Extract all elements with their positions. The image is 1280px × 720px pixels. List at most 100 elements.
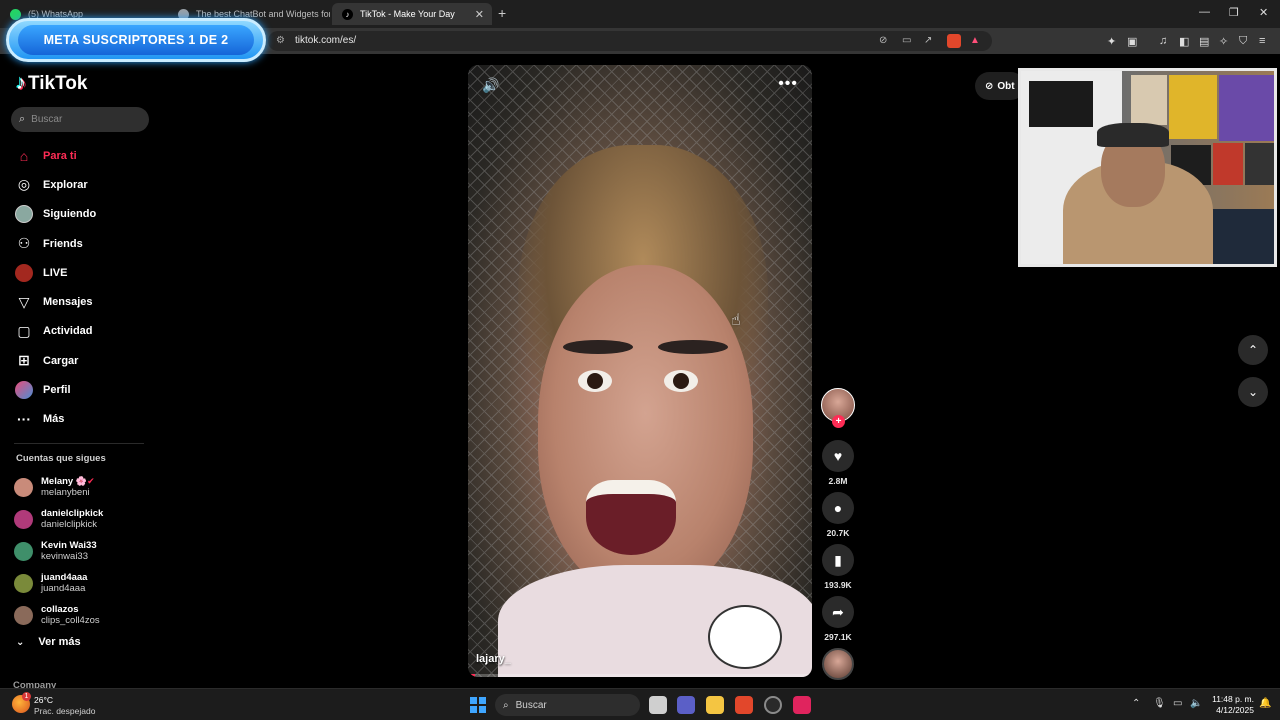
live-icon — [14, 263, 34, 283]
music-disc-icon[interactable] — [822, 648, 854, 680]
nav-friends[interactable]: ⚇ Friends — [14, 229, 164, 258]
account-item[interactable]: danielclipkick danielclipkick — [14, 503, 164, 535]
leo-ai-icon[interactable]: ✧ — [1219, 35, 1228, 48]
no-tracking-icon[interactable]: ⊘ — [879, 35, 887, 46]
nav-actividad[interactable]: ▢ Actividad — [14, 317, 164, 346]
microphone-icon[interactable]: 🎙 — [1153, 698, 1166, 709]
close-tab-icon[interactable]: ✕ — [475, 8, 484, 21]
nav-label: Siguiendo — [43, 208, 97, 221]
tray-overflow-icon[interactable]: ⌃ — [1132, 698, 1140, 709]
maximize-button[interactable]: ❐ — [1229, 6, 1239, 19]
close-window-button[interactable]: ✕ — [1259, 6, 1268, 19]
menu-icon[interactable]: ≡ — [1259, 35, 1265, 47]
windows-start-icon[interactable] — [470, 697, 486, 713]
streamer-cap — [1097, 123, 1169, 147]
tab-tiktok[interactable]: ♪ TikTok - Make Your Day ✕ — [332, 3, 492, 25]
cast-icon[interactable]: ▭ — [902, 35, 911, 46]
vpn-shield-icon[interactable]: ⛉ — [1239, 35, 1247, 48]
obs-icon[interactable] — [764, 696, 782, 714]
share-button[interactable]: ➦ — [822, 596, 854, 628]
wallet-icon[interactable]: ▣ — [1127, 35, 1137, 48]
brave-rewards-icon[interactable]: ▲ — [970, 35, 980, 46]
sidebar-divider — [14, 443, 144, 444]
sidebar-toggle-icon[interactable]: ◧ — [1179, 35, 1189, 48]
account-username: danielclipkick — [41, 519, 97, 530]
whatsapp-icon — [10, 8, 21, 20]
account-item[interactable]: collazos clips_coll4zos — [14, 599, 164, 631]
video-player[interactable]: 🔊 ••• lajary_ — [468, 65, 812, 677]
get-app-label: Obt — [997, 80, 1015, 92]
see-more-button[interactable]: ⌄ Ver más — [16, 636, 81, 648]
volume-icon[interactable]: 🔊 — [482, 77, 499, 94]
tiktok-app-icon[interactable] — [793, 696, 811, 714]
shelf — [1029, 81, 1093, 127]
share-icon[interactable]: ↗ — [924, 35, 932, 46]
tiktok-note-icon: ♪ — [16, 72, 26, 94]
nav-cargar[interactable]: ⊞ Cargar — [14, 346, 164, 375]
follow-plus-icon[interactable]: + — [832, 415, 845, 428]
tiktok-favicon-icon: ♪ — [342, 8, 353, 20]
subscriber-goal-banner: META SUSCRIPTORES 1 DE 2 — [6, 18, 266, 62]
clock-time[interactable]: 11:48 p. m. — [1208, 694, 1254, 704]
teams-icon[interactable] — [677, 696, 695, 714]
previous-video-button[interactable]: ⌃ — [1238, 335, 1268, 365]
nav-explorar[interactable]: ◎ Explorar — [14, 170, 164, 199]
search-icon: ⌕ — [503, 699, 509, 711]
notification-bell-icon[interactable]: 🔔 — [1259, 698, 1271, 709]
nav-label: Actividad — [43, 325, 93, 338]
account-item[interactable]: Kevin Wai33 kevinwai33 — [14, 535, 164, 567]
next-video-button[interactable]: ⌄ — [1238, 377, 1268, 407]
compass-icon: ◎ — [17, 176, 31, 193]
nav-mensajes[interactable]: ▽ Mensajes — [14, 287, 164, 316]
account-item[interactable]: juand4aaa juand4aaa — [14, 567, 164, 599]
taskbar-search-label: Buscar — [515, 699, 547, 711]
like-button[interactable]: ♥ — [822, 440, 854, 472]
nav-label: LIVE — [43, 266, 68, 279]
minimize-button[interactable]: — — [1199, 6, 1210, 18]
video-subject-brow — [658, 340, 728, 354]
volume-tray-icon[interactable]: 🔈 — [1190, 698, 1202, 709]
following-accounts-list: Melany 🌸✔ melanybeni danielclipkick dani… — [14, 471, 164, 631]
taskbar-search[interactable]: ⌕ Buscar — [495, 694, 640, 716]
video-username[interactable]: lajary_ — [476, 653, 511, 665]
nav-live[interactable]: LIVE — [14, 258, 164, 287]
nav-label: Perfil — [43, 384, 71, 397]
video-progress-bar[interactable] — [468, 674, 812, 677]
nav-label: Explorar — [43, 178, 88, 191]
wallet-icon-2[interactable]: ▤ — [1199, 35, 1209, 48]
profile-avatar-icon — [14, 380, 34, 400]
weather-badge: 1 — [22, 692, 31, 701]
nav-para-ti[interactable]: ⌂ Para ti — [14, 141, 164, 170]
new-tab-button[interactable]: + — [498, 5, 506, 21]
search-input[interactable] — [31, 114, 132, 125]
nav-label: Más — [43, 413, 65, 426]
windows-taskbar: 1 26°C Prac. despejado ⌕ Buscar ⌃ 🎙 ▭ 🔈 … — [0, 688, 1280, 720]
nav-label: Friends — [43, 237, 83, 250]
url-field[interactable]: ⚙ tiktok.com/es/ ⊘ ▭ ↗ ▲ — [268, 31, 992, 51]
music-icon[interactable]: ♫ — [1159, 35, 1167, 47]
save-count: 193.9K — [824, 580, 852, 590]
brave-shield-icon[interactable] — [947, 34, 961, 48]
nav-label: Para ti — [43, 149, 77, 162]
nav-siguiendo[interactable]: Siguiendo — [14, 200, 164, 229]
site-info-icon[interactable]: ⚙ — [276, 35, 285, 46]
task-view-icon[interactable] — [649, 696, 667, 714]
account-item[interactable]: Melany 🌸✔ melanybeni — [14, 471, 164, 503]
video-subject-mouth — [586, 480, 676, 555]
account-username: melanybeni — [41, 487, 90, 498]
nav-mas[interactable]: ··· Más — [14, 405, 164, 434]
more-options-icon[interactable]: ••• — [778, 75, 798, 93]
nav-perfil[interactable]: Perfil — [14, 375, 164, 404]
comment-button[interactable]: ● — [822, 492, 854, 524]
network-icon[interactable]: ▭ — [1173, 698, 1182, 709]
url-text: tiktok.com/es/ — [295, 35, 357, 46]
app-icon: ⊘ — [985, 80, 994, 92]
file-explorer-icon[interactable] — [706, 696, 724, 714]
avatar — [14, 477, 33, 497]
extensions-icon[interactable]: ✦ — [1107, 35, 1116, 48]
clock-date[interactable]: 4/12/2025 — [1208, 705, 1254, 715]
tiktok-logo[interactable]: ♪ TikTok — [16, 72, 87, 95]
search-box[interactable]: ⌕ — [11, 107, 149, 132]
brave-browser-icon[interactable] — [735, 696, 753, 714]
save-button[interactable]: ▮ — [822, 544, 854, 576]
